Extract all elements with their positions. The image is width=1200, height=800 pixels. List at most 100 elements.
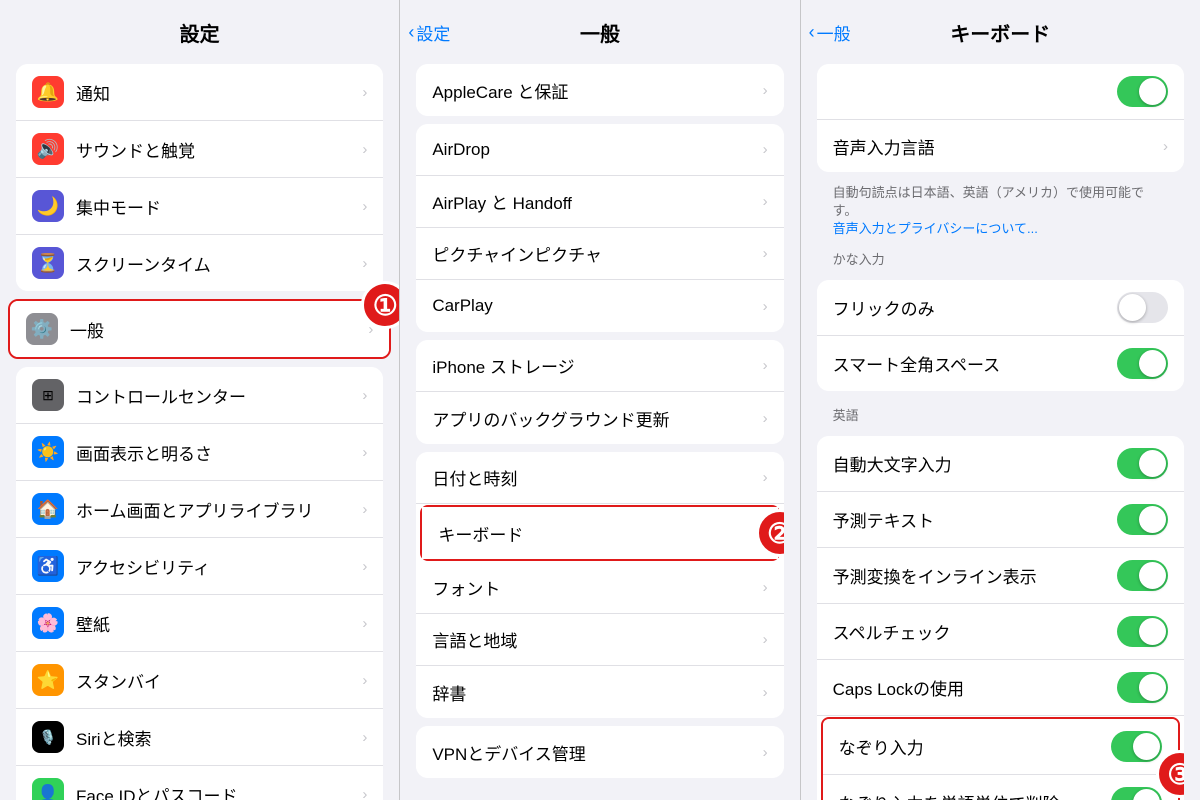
accessibility-icon: ♿ — [32, 550, 64, 582]
row-spellcheck[interactable]: スペルチェック — [817, 604, 1184, 660]
row-flick-only[interactable]: フリックのみ — [817, 280, 1184, 336]
panel1-group-main: 🔔 通知 › 🔊 サウンドと触覚 › 🌙 集中モード › ⏳ スクリーンタイム … — [16, 64, 383, 291]
voice-input-label: 音声入力言語 — [833, 134, 1159, 159]
faceid-label: Face IDとパスコード — [76, 782, 358, 800]
homescreen-icon: 🏠 — [32, 493, 64, 525]
homescreen-label: ホーム画面とアプリライブラリ — [76, 497, 358, 522]
panel3-group-top: 音声入力言語 › — [817, 64, 1184, 172]
toggle-auto-caps[interactable] — [1117, 448, 1168, 479]
panel1-header: 設定 — [0, 0, 399, 56]
row-fonts[interactable]: フォント › — [416, 562, 783, 614]
notifications-label: 通知 — [76, 80, 358, 105]
carplay-label: CarPlay — [432, 296, 758, 316]
row-swipe-delete[interactable]: なぞり入力を単語単位で削除 — [823, 775, 1178, 800]
row-smart-fullwidth[interactable]: スマート全角スペース — [817, 336, 1184, 391]
predictive-label: 予測テキスト — [833, 507, 1117, 532]
panel-settings: 設定 🔔 通知 › 🔊 サウンドと触覚 › 🌙 集中モード › ⏳ スクリーンタ… — [0, 0, 399, 800]
panel2-content: AppleCare と保証 › AirDrop › AirPlay と Hand… — [400, 56, 799, 800]
row-keyboards-list[interactable] — [817, 64, 1184, 120]
row-display[interactable]: ☀️ 画面表示と明るさ › — [16, 424, 383, 481]
controlcenter-label: コントロールセンター — [76, 383, 358, 408]
row-standby[interactable]: ⭐ スタンバイ › — [16, 652, 383, 709]
toggle-swipe-input[interactable] — [1111, 731, 1162, 762]
row-carplay[interactable]: CarPlay › — [416, 280, 783, 332]
screentime-label: スクリーンタイム — [76, 251, 358, 276]
toggle-smart-fullwidth[interactable] — [1117, 348, 1168, 379]
panel1-content: 🔔 通知 › 🔊 サウンドと触覚 › 🌙 集中モード › ⏳ スクリーンタイム … — [0, 56, 399, 800]
section-en-label: 英語 — [801, 399, 1200, 428]
controlcenter-icon: ⊞ — [32, 379, 64, 411]
toggle-inline-predict[interactable] — [1117, 560, 1168, 591]
row-focus[interactable]: 🌙 集中モード › — [16, 178, 383, 235]
row-langregion[interactable]: 言語と地域 › — [416, 614, 783, 666]
row-general[interactable]: ⚙️ 一般 › — [10, 301, 389, 357]
row-faceid[interactable]: 👤 Face IDとパスコード › — [16, 766, 383, 800]
row-inline-predict[interactable]: 予測変換をインライン表示 — [817, 548, 1184, 604]
row-keyboard[interactable]: キーボード › — [422, 507, 777, 559]
row-swipe-input[interactable]: なぞり入力 — [823, 719, 1178, 775]
panel3-header: ‹ 一般 キーボード — [801, 0, 1200, 56]
swipe-delete-label: なぞり入力を単語単位で削除 — [839, 790, 1111, 800]
back-chevron-icon: ‹ — [408, 22, 414, 43]
toggle-top[interactable] — [1117, 76, 1168, 107]
swipe-rows-wrapper: なぞり入力 なぞり入力を単語単位で削除 ③ — [817, 717, 1184, 800]
panel2-header: ‹ 設定 一般 — [400, 0, 799, 56]
row-airplay[interactable]: AirPlay と Handoff › — [416, 176, 783, 228]
auto-caps-label: 自動大文字入力 — [833, 451, 1117, 476]
airplay-label: AirPlay と Handoff — [432, 189, 758, 214]
pip-label: ピクチャインピクチャ — [432, 241, 758, 266]
row-vpn[interactable]: VPNとデバイス管理 › — [416, 726, 783, 778]
row-storage[interactable]: iPhone ストレージ › — [416, 340, 783, 392]
datetime-label: 日付と時刻 — [432, 465, 758, 490]
panel2-back[interactable]: ‹ 設定 — [408, 20, 450, 45]
row-auto-caps[interactable]: 自動大文字入力 — [817, 436, 1184, 492]
wallpaper-label: 壁紙 — [76, 611, 358, 636]
row-bgrefresh[interactable]: アプリのバックグラウンド更新 › — [416, 392, 783, 444]
row-sound[interactable]: 🔊 サウンドと触覚 › — [16, 121, 383, 178]
smart-fullwidth-label: スマート全角スペース — [833, 351, 1117, 376]
panel-keyboard: ‹ 一般 キーボード 音声入力言語 › 自動句読点は日本語、英語（アメリカ）で使… — [800, 0, 1200, 800]
note1-link[interactable]: 音声入力とプライバシーについて... — [833, 221, 1038, 236]
general-label: 一般 — [70, 317, 364, 342]
display-icon: ☀️ — [32, 436, 64, 468]
row-accessibility[interactable]: ♿ アクセシビリティ › — [16, 538, 383, 595]
swipe-input-label: なぞり入力 — [839, 734, 1111, 759]
panel3-group-kana: フリックのみ スマート全角スペース — [817, 280, 1184, 391]
row-screentime[interactable]: ⏳ スクリーンタイム › — [16, 235, 383, 291]
notifications-icon: 🔔 — [32, 76, 64, 108]
panel2-group3: 日付と時刻 › キーボード › ② フォント › 言語と地域 › — [416, 452, 783, 718]
row-applecare[interactable]: AppleCare と保証 › — [416, 64, 783, 116]
toggle-capslock[interactable] — [1117, 672, 1168, 703]
toggle-spellcheck[interactable] — [1117, 616, 1168, 647]
row-siri[interactable]: 🎙️ Siriと検索 › — [16, 709, 383, 766]
row-capslock[interactable]: Caps Lockの使用 — [817, 660, 1184, 716]
panel3-title: キーボード — [950, 18, 1050, 47]
panel2-title: 一般 — [580, 18, 620, 47]
row-controlcenter[interactable]: ⊞ コントロールセンター › — [16, 367, 383, 424]
section-kana-label: かな入力 — [801, 243, 1200, 272]
general-row-wrapper: ⚙️ 一般 › ① — [8, 299, 391, 359]
panel2-back-label: 設定 — [416, 20, 450, 45]
toggle-swipe-delete[interactable] — [1111, 787, 1162, 800]
standby-label: スタンバイ — [76, 668, 358, 693]
row-wallpaper[interactable]: 🌸 壁紙 › — [16, 595, 383, 652]
row-predictive[interactable]: 予測テキスト — [817, 492, 1184, 548]
row-datetime[interactable]: 日付と時刻 › — [416, 452, 783, 504]
toggle-predictive[interactable] — [1117, 504, 1168, 535]
focus-label: 集中モード — [76, 194, 358, 219]
panel1-group2: ⊞ コントロールセンター › ☀️ 画面表示と明るさ › 🏠 ホーム画面とアプリ… — [16, 367, 383, 800]
panel3-back-label: 一般 — [817, 20, 851, 45]
panel3-back[interactable]: ‹ 一般 — [809, 20, 851, 45]
row-dictionary[interactable]: 辞書 › — [416, 666, 783, 718]
flick-only-label: フリックのみ — [833, 295, 1117, 320]
siri-label: Siriと検索 — [76, 725, 358, 750]
panel3-content: 音声入力言語 › 自動句読点は日本語、英語（アメリカ）で使用可能です。 音声入力… — [801, 56, 1200, 800]
row-homescreen[interactable]: 🏠 ホーム画面とアプリライブラリ › — [16, 481, 383, 538]
row-airdrop[interactable]: AirDrop › — [416, 124, 783, 176]
row-pip[interactable]: ピクチャインピクチャ › — [416, 228, 783, 280]
langregion-label: 言語と地域 — [432, 627, 758, 652]
row-voice-input-lang[interactable]: 音声入力言語 › — [817, 120, 1184, 172]
row-notifications[interactable]: 🔔 通知 › — [16, 64, 383, 121]
toggle-flick-only[interactable] — [1117, 292, 1168, 323]
fonts-label: フォント — [432, 575, 758, 600]
